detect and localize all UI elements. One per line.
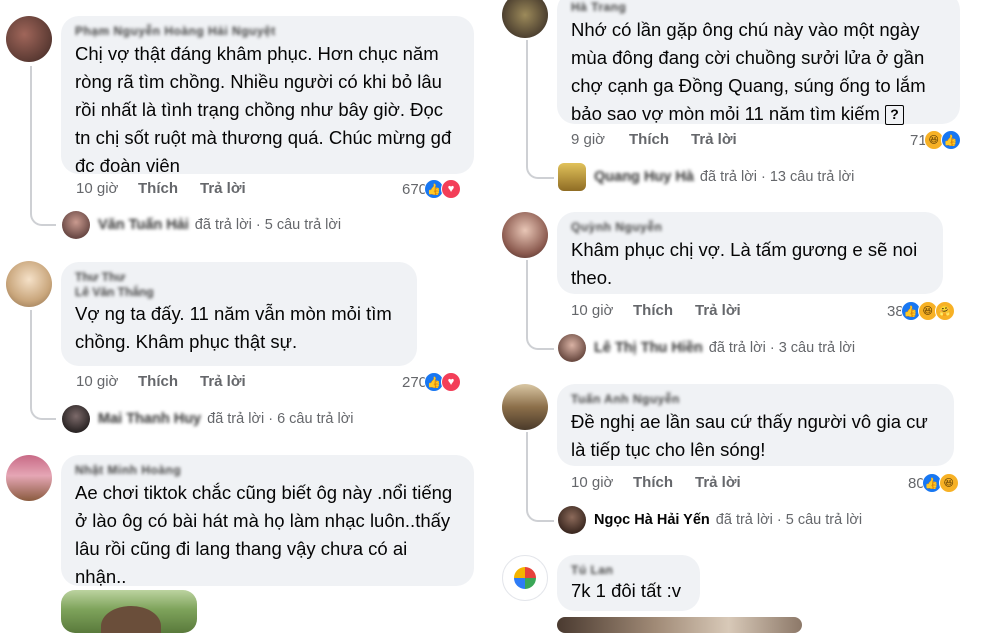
reaction-summary[interactable]: 670 👍 ♥ — [402, 179, 462, 199]
avatar[interactable] — [6, 455, 52, 501]
reaction-summary[interactable]: 80 👍 😆 — [908, 473, 959, 493]
reply-author[interactable]: Văn Tuấn Hải — [98, 217, 189, 233]
photo-subject — [101, 606, 161, 633]
replies-link[interactable]: Văn Tuấn Hải đã trả lời · 5 câu trả lời — [62, 211, 341, 239]
avatar[interactable] — [502, 555, 548, 601]
replies-link[interactable]: Ngọc Hà Hải Yến đã trả lời · 5 câu trả l… — [558, 506, 862, 534]
reaction-summary[interactable]: 71 😆 👍 — [910, 130, 961, 150]
comment-time[interactable]: 10 giờ — [571, 302, 633, 319]
comment-photo[interactable] — [61, 590, 197, 633]
reply-count: đã trả lời · 5 câu trả lời — [194, 217, 342, 233]
comment-author[interactable]: Quỳnh Nguyễn — [571, 220, 929, 236]
comment-text: Ae chơi tiktok chắc cũng biết ôg này .nổ… — [75, 482, 453, 587]
comment-text: Nhớ có lần gặp ông chú này vào một ngày … — [571, 16, 946, 128]
avatar — [62, 405, 90, 433]
comment-photo[interactable] — [557, 617, 802, 633]
haha-icon: 😆 — [938, 473, 959, 493]
like-icon: 👍 — [940, 130, 961, 150]
reply-button[interactable]: Trả lời — [695, 474, 741, 491]
logo-icon — [514, 567, 536, 589]
reply-count: đã trả lời · 5 câu trả lời — [715, 512, 863, 528]
care-icon: 🤗 — [934, 301, 955, 321]
like-button[interactable]: Thích — [633, 474, 695, 491]
thread-line — [526, 432, 554, 522]
thread-line — [30, 66, 56, 226]
reply-button[interactable]: Trả lời — [200, 373, 246, 390]
avatar — [62, 211, 90, 239]
comment-time[interactable]: 10 giờ — [76, 180, 138, 197]
reply-author[interactable]: Quang Huy Hà — [594, 169, 694, 185]
comment-text: Vợ ng ta đấy. 11 năm vẫn mòn mỏi tìm chồ… — [75, 303, 392, 352]
avatar — [558, 506, 586, 534]
reply-author[interactable]: Mai Thanh Huy — [98, 411, 201, 427]
comment-author[interactable]: Phạm Nguyễn Hoàng Hải Nguyệt — [75, 24, 460, 40]
comment-author[interactable]: Thư Thư — [75, 270, 403, 285]
reply-author[interactable]: Lê Thị Thu Hiền — [594, 340, 703, 356]
replies-link[interactable]: Mai Thanh Huy đã trả lời · 6 câu trả lời — [62, 405, 353, 433]
comment-bubble: Tuấn Anh Nguyễn Đề nghị ae lần sau cứ th… — [557, 384, 954, 466]
comment-time[interactable]: 10 giờ — [571, 474, 633, 491]
comment-bubble: Nhật Minh Hoàng Ae chơi tiktok chắc cũng… — [61, 455, 474, 587]
avatar — [558, 334, 586, 362]
thread-line — [30, 310, 56, 420]
reaction-summary[interactable]: 38 👍 😆 🤗 — [887, 301, 955, 321]
comment-time[interactable]: 10 giờ — [76, 373, 138, 390]
reply-button[interactable]: Trả lời — [200, 180, 246, 197]
avatar[interactable] — [6, 261, 52, 307]
avatar — [558, 163, 586, 191]
reply-author[interactable]: Ngọc Hà Hải Yến — [594, 512, 710, 528]
reply-count: đã trả lời · 6 câu trả lời — [207, 411, 354, 427]
reaction-summary[interactable]: 270 👍 ♥ — [402, 372, 462, 392]
comment-text: Đề nghị ae lần sau cứ thấy người vô gia … — [571, 411, 928, 460]
thread-line — [526, 260, 554, 350]
comment-actions: 10 giờ Thích Trả lời — [571, 302, 741, 319]
comment-actions: 10 giờ Thích Trả lời — [571, 474, 741, 491]
comment-text: Chị vợ thật đáng khâm phục. Hơn chục năm… — [75, 43, 452, 176]
comment-bubble: Tú Lan 7k 1 đôi tất :v — [557, 555, 700, 611]
comment-actions: 10 giờ Thích Trả lời — [76, 180, 246, 197]
like-button[interactable]: Thích — [138, 180, 200, 197]
avatar[interactable] — [6, 16, 52, 62]
like-button[interactable]: Thích — [629, 131, 691, 148]
comment-text-body: Nhớ có lần gặp ông chú này vào một ngày … — [571, 19, 926, 124]
avatar[interactable] — [502, 212, 548, 258]
reply-button[interactable]: Trả lời — [691, 131, 737, 148]
replies-link[interactable]: Quang Huy Hà đã trả lời · 13 câu trả lời — [558, 163, 854, 191]
love-icon: ♥ — [441, 179, 462, 199]
like-button[interactable]: Thích — [633, 302, 695, 319]
comment-actions: 9 giờ Thích Trả lời — [571, 131, 737, 148]
comment-bubble: Phạm Nguyễn Hoàng Hải Nguyệt Chị vợ thật… — [61, 16, 474, 176]
like-button[interactable]: Thích — [138, 373, 200, 390]
comment-bubble: Thư Thư Lê Văn Thắng Vợ ng ta đấy. 11 nă… — [61, 262, 417, 366]
comment-bubble: Quỳnh Nguyễn Khâm phục chị vợ. Là tấm gư… — [557, 212, 943, 294]
thread-line — [526, 40, 554, 179]
comment-author[interactable]: Tuấn Anh Nguyễn — [571, 392, 940, 408]
comment-author[interactable]: Nhật Minh Hoàng — [75, 463, 460, 479]
comment-author-line2[interactable]: Lê Văn Thắng — [75, 285, 403, 300]
avatar[interactable] — [502, 0, 548, 38]
comment-time[interactable]: 9 giờ — [571, 131, 629, 148]
comment-actions: 10 giờ Thích Trả lời — [76, 373, 246, 390]
reply-button[interactable]: Trả lời — [695, 302, 741, 319]
unknown-glyph-icon: ? — [885, 105, 905, 126]
reply-count: đã trả lời · 3 câu trả lời — [708, 340, 856, 356]
reply-count: đã trả lời · 13 câu trả lời — [699, 169, 855, 185]
replies-link[interactable]: Lê Thị Thu Hiền đã trả lời · 3 câu trả l… — [558, 334, 855, 362]
comment-author[interactable]: Tú Lan — [571, 563, 686, 579]
comment-text: Khâm phục chị vợ. Là tấm gương e sẽ noi … — [571, 239, 918, 288]
column-divider — [490, 0, 500, 633]
avatar[interactable] — [502, 384, 548, 430]
comment-bubble: Hà Trang Nhớ có lần gặp ông chú này vào … — [557, 0, 960, 126]
comment-text: 7k 1 đôi tất :v — [571, 580, 682, 601]
comment-author[interactable]: Hà Trang — [571, 0, 946, 16]
love-icon: ♥ — [441, 372, 462, 392]
